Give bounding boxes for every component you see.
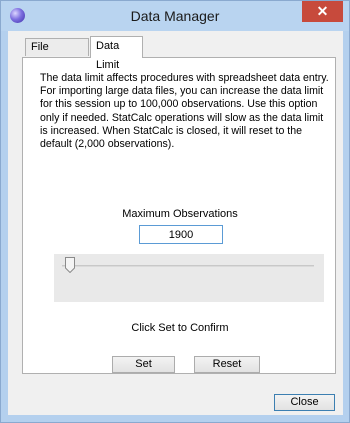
observations-slider[interactable] bbox=[54, 254, 324, 302]
reset-button[interactable]: Reset bbox=[194, 356, 260, 373]
title-bar[interactable]: Data Manager ✕ bbox=[1, 1, 349, 31]
data-limit-panel: The data limit affects procedures with s… bbox=[22, 57, 336, 374]
close-button[interactable]: Close bbox=[274, 394, 335, 411]
confirm-hint: Click Set to Confirm bbox=[131, 322, 229, 334]
slider-groove bbox=[62, 265, 314, 267]
dialog-client-area: File Manager Data Limit The data limit a… bbox=[8, 31, 343, 415]
tab-data-limit[interactable]: Data Limit bbox=[90, 36, 143, 71]
close-window-icon[interactable]: ✕ bbox=[302, 1, 343, 22]
max-observations-label: Maximum Observations bbox=[122, 208, 238, 220]
max-observations-input[interactable] bbox=[139, 225, 223, 244]
window-title: Data Manager bbox=[130, 8, 220, 24]
slider-thumb[interactable] bbox=[65, 257, 75, 273]
set-button[interactable]: Set bbox=[112, 356, 175, 373]
description-text: The data limit affects procedures with s… bbox=[40, 72, 329, 151]
data-manager-window: Data Manager ✕ File Manager Data Limit T… bbox=[0, 0, 350, 423]
tab-file-manager[interactable]: File Manager bbox=[25, 38, 89, 70]
